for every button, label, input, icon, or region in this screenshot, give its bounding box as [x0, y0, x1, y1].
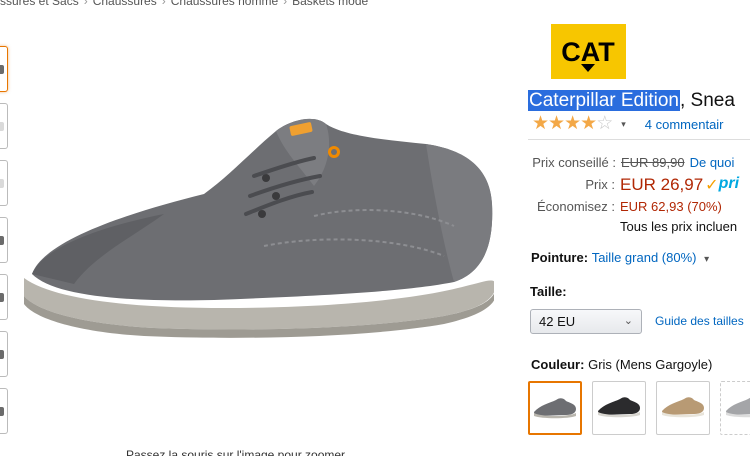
breadcrumb: ssures et Sacs › Chaussures › Chaussures hom…	[0, 0, 368, 8]
list-price: EUR 89,90	[621, 155, 685, 170]
thumbnail-shoe-image	[0, 179, 4, 188]
brand-logo-text: CAT	[561, 37, 615, 67]
thumbnail-shoe-image	[0, 293, 4, 302]
title-text: , Snea	[679, 90, 735, 111]
breadcrumb-item[interactable]: Baskets mode	[292, 0, 368, 8]
size-selected-value: 42 EU	[539, 314, 576, 329]
thumbnail-shoe-image	[0, 350, 4, 359]
list-price-row: Prix conseillé : EUR 89,90 De quoi	[528, 155, 734, 170]
price-row: Prix : EUR 26,97 ✓ pri	[528, 175, 739, 195]
thumbnail-5[interactable]	[0, 274, 8, 320]
shoe-image	[24, 118, 496, 338]
savings-value: EUR 62,93 (70%)	[620, 199, 722, 214]
breadcrumb-separator: ›	[161, 0, 166, 8]
price-label: Prix :	[585, 177, 615, 192]
prime-logo[interactable]: pri	[719, 175, 739, 195]
breadcrumb-separator: ›	[83, 0, 88, 8]
price-value: EUR 26,97	[620, 175, 704, 194]
divider	[528, 139, 750, 140]
tax-note-row: Tous les prix incluen	[528, 219, 737, 234]
size-guide-link[interactable]: Guide des tailles	[655, 314, 744, 328]
cat-logo-icon: CAT	[561, 37, 615, 72]
color-swatch-beige[interactable]	[656, 381, 710, 435]
thumbnail-shoe-image	[0, 407, 4, 416]
zoom-hint: Passez la souris sur l'image pour zoomer	[126, 448, 346, 456]
thumbnail-shoe-image	[0, 65, 4, 74]
tax-note: Tous les prix incluen	[620, 219, 738, 234]
star-empty-icon: ☆	[596, 113, 613, 134]
brand-logo[interactable]: CAT	[551, 24, 626, 79]
star-icon: ★	[580, 113, 597, 134]
fit-row: Pointure: Taille grand (80%) ▾	[531, 250, 709, 265]
thumbnail-shoe-image	[0, 236, 4, 245]
thumbnail-6[interactable]	[0, 331, 8, 377]
color-row: Couleur: Gris (Mens Gargoyle)	[531, 357, 712, 372]
thumbnail-2[interactable]	[0, 103, 8, 149]
tax-note-spacer	[528, 219, 620, 234]
star-icon: ★	[548, 113, 565, 134]
title-selected-text: Caterpillar Edition	[528, 90, 680, 111]
prime-check-icon: ✓	[705, 177, 719, 194]
thumbnail-1[interactable]	[0, 46, 8, 92]
size-dropdown[interactable]: 42 EU ⌄	[530, 309, 642, 334]
color-value: Gris (Mens Gargoyle)	[588, 357, 713, 372]
product-title: Caterpillar Edition, Snea	[528, 88, 735, 114]
shoe-thumbnail-icon	[534, 398, 576, 419]
reviews-link[interactable]: 4 commentair	[645, 117, 724, 132]
shoe-thumbnail-icon	[598, 397, 640, 418]
breadcrumb-item[interactable]: Chaussures	[93, 0, 157, 8]
fit-value-link[interactable]: Taille grand (80%)	[592, 250, 697, 265]
color-label: Couleur:	[531, 357, 585, 372]
rating-row: ★★★★☆ ▾ 4 commentair	[532, 114, 724, 134]
star-icon: ★	[564, 113, 581, 134]
breadcrumb-item[interactable]: Chaussures homme	[171, 0, 278, 8]
shoe-thumbnail-icon	[662, 397, 704, 418]
breadcrumb-separator: ›	[283, 0, 288, 8]
star-icon: ★	[532, 113, 549, 134]
fit-label: Pointure:	[531, 250, 589, 265]
color-swatch-gris-clair[interactable]	[720, 381, 750, 435]
color-swatch-gris[interactable]	[528, 381, 582, 435]
thumbnail-4[interactable]	[0, 217, 8, 263]
shoe-thumbnail-icon	[726, 397, 750, 418]
rating-caret-icon[interactable]: ▾	[621, 119, 626, 130]
size-label: Taille:	[530, 284, 567, 299]
list-price-info-link[interactable]: De quoi	[690, 155, 735, 170]
thumbnail-shoe-image	[0, 122, 4, 131]
breadcrumb-item[interactable]: ssures et Sacs	[0, 0, 79, 8]
main-product-image[interactable]	[14, 96, 496, 346]
star-rating[interactable]: ★★★★☆	[532, 113, 613, 134]
list-price-label: Prix conseillé :	[532, 155, 616, 170]
savings-row: Économisez : EUR 62,93 (70%)	[528, 199, 722, 214]
thumbnail-7[interactable]	[0, 388, 8, 434]
chevron-down-icon: ⌄	[623, 315, 633, 327]
savings-label: Économisez :	[536, 199, 615, 214]
fit-caret-icon[interactable]: ▾	[704, 254, 709, 265]
thumbnail-3[interactable]	[0, 160, 8, 206]
color-swatch-noir[interactable]	[592, 381, 646, 435]
